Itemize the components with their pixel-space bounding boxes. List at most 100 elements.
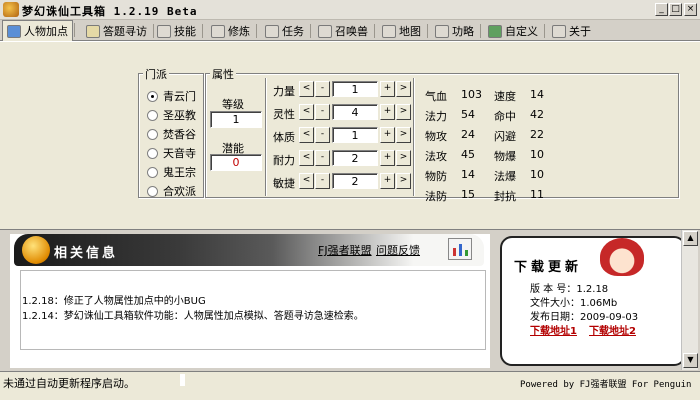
window-title: 梦幻诛仙工具箱 1.2.19 Beta [22,5,198,18]
sect-option[interactable]: 合欢派 [147,183,196,199]
sect-option[interactable]: 焚香谷 [147,126,196,142]
tab-character[interactable]: 人物加点 [2,20,75,41]
sect-legend: 门派 [143,66,169,82]
attr-increase-button[interactable]: + [380,173,395,189]
map-icon [382,24,396,38]
radio-icon [147,128,158,140]
sect-option[interactable]: 圣巫教 [147,107,196,123]
stat-value: 11 [530,188,544,201]
stat-label: 物攻 [425,130,447,143]
stat-value: 54 [461,108,475,121]
divider [413,78,415,196]
date-row: 发布日期：2009-09-03 [530,312,639,323]
download-link-2[interactable]: 下载地址2 [589,322,636,337]
level-field[interactable]: 1 [210,111,262,128]
size-row: 文件大小：1.06Mb [530,298,618,309]
feedback-link[interactable]: 问题反馈 [376,242,420,258]
minimize-button[interactable]: _ [655,3,668,16]
attribute-value-field[interactable]: 2 [332,150,378,166]
stat-value: 15 [461,188,475,201]
attr-last-button[interactable]: > [396,81,411,97]
attr-last-button[interactable]: > [396,127,411,143]
attr-increase-button[interactable]: + [380,104,395,120]
scroll-up-icon[interactable]: ▲ [683,231,698,246]
attr-first-button[interactable]: < [299,81,314,97]
attribute-value-field[interactable]: 1 [332,81,378,97]
radio-icon [147,185,158,197]
text-cursor [180,374,185,386]
radio-selected-icon [147,90,158,102]
attribute-label: 灵性 [273,108,295,121]
attribute-label: 力量 [273,85,295,98]
attribute-value-field[interactable]: 2 [332,173,378,189]
attr-decrease-button[interactable]: - [315,150,330,166]
stat-label: 闪避 [494,130,516,143]
custom-icon [488,24,502,38]
scroll-down-icon[interactable]: ▼ [683,353,698,368]
stat-value: 103 [461,88,482,101]
stat-label: 气血 [425,90,447,103]
radio-icon [147,109,158,121]
tab-task[interactable]: 任务 [261,22,311,40]
attr-first-button[interactable]: < [299,173,314,189]
stat-label: 封抗 [494,190,516,203]
attr-decrease-button[interactable]: - [315,81,330,97]
changelog-entry: 1.2.18：修正了人物属性加点中的小BUG [22,296,206,307]
tab-custom[interactable]: 自定义 [484,22,545,40]
sect-option[interactable]: 天音寺 [147,145,196,161]
alliance-link[interactable]: FJ强者联盟 [318,242,372,258]
attribute-value-field[interactable]: 4 [332,104,378,120]
level-label: 等级 [222,98,244,111]
tab-skill[interactable]: 技能 [153,22,203,40]
attr-decrease-button[interactable]: - [315,127,330,143]
tab-quiz[interactable]: 答题寻访 [82,22,154,40]
sect-option[interactable]: 青云门 [147,88,196,104]
attr-increase-button[interactable]: + [380,81,395,97]
attr-increase-button[interactable]: + [380,150,395,166]
credits-text: Powered by FJ强者联盟 For Penguin [520,380,692,390]
person-icon [7,24,21,38]
vertical-scrollbar[interactable]: ▲ ▼ [681,230,698,370]
tab-about[interactable]: 关于 [548,22,595,40]
info-title: 相关信息 [54,246,119,261]
chart-icon[interactable] [448,238,472,260]
tab-cultivate[interactable]: 修炼 [207,22,257,40]
maximize-button[interactable]: □ [669,3,682,16]
stat-label: 命中 [494,110,516,123]
pet-icon [318,24,332,38]
skill-icon [157,24,171,38]
stat-label: 速度 [494,90,516,103]
attribute-label: 体质 [273,131,295,144]
attr-last-button[interactable]: > [396,150,411,166]
attr-decrease-button[interactable]: - [315,104,330,120]
attr-last-button[interactable]: > [396,104,411,120]
tab-map[interactable]: 地图 [378,22,428,40]
attr-last-button[interactable]: > [396,173,411,189]
sect-option[interactable]: 鬼王宗 [147,164,196,180]
attr-decrease-button[interactable]: - [315,173,330,189]
app-logo-icon [3,2,19,17]
attr-increase-button[interactable]: + [380,127,395,143]
version-row: 版 本 号：1.2.18 [530,284,609,295]
divider [265,78,267,196]
tab-guide[interactable]: 功略 [431,22,481,40]
attr-first-button[interactable]: < [299,127,314,143]
sect-group: 门派 青云门 圣巫教 焚香谷 天音寺 鬼王宗 合欢派 [138,66,204,199]
stat-label: 法攻 [425,150,447,163]
attribute-label: 耐力 [273,154,295,167]
download-link-1[interactable]: 下载地址1 [530,322,577,337]
attr-first-button[interactable]: < [299,150,314,166]
tab-pet[interactable]: 召唤兽 [314,22,375,40]
attr-first-button[interactable]: < [299,104,314,120]
radio-icon [147,147,158,159]
tab-bar: 人物加点 答题寻访 技能 修炼 任务 召唤兽 地图 功略 自定义 关于 [0,20,700,41]
stat-value: 14 [461,168,475,181]
stat-label: 物防 [425,170,447,183]
stat-value: 10 [530,168,544,181]
attribute-legend: 属性 [210,66,236,82]
close-button[interactable]: × [684,3,697,16]
character-avatar [600,238,644,276]
stat-value: 14 [530,88,544,101]
attribute-value-field[interactable]: 1 [332,127,378,143]
download-title: 下载更新 [514,260,583,275]
